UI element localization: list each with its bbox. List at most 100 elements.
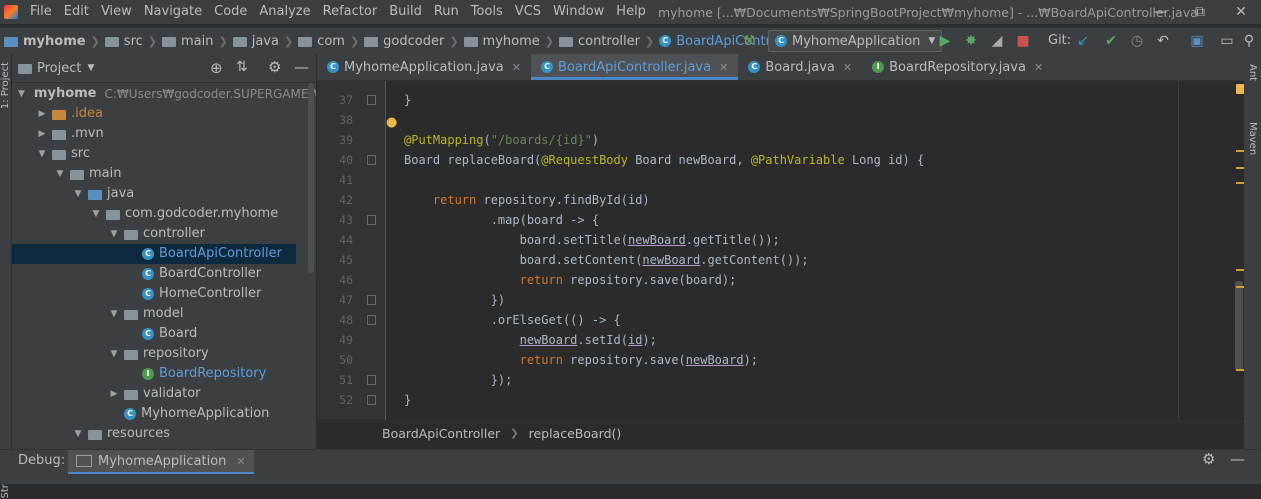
tree-item[interactable]: ▶ .mvn (12, 124, 296, 144)
editor-tab[interactable]: C BoardApiController.java ✕ (531, 54, 739, 80)
menu-edit[interactable]: Edit (58, 0, 95, 24)
gear-icon[interactable]: ⚙ (268, 58, 281, 76)
breadcrumb-item[interactable]: godcoder ❯ (364, 34, 463, 49)
menu-view[interactable]: View (95, 0, 138, 24)
fold-marker-icon[interactable] (367, 215, 376, 225)
chevron-down-icon[interactable]: ▼ (87, 63, 94, 73)
chevron-right-icon[interactable]: ▶ (108, 384, 120, 404)
tree-item[interactable]: ▼ repository (12, 344, 296, 364)
chevron-right-icon[interactable]: ▶ (36, 104, 48, 124)
breadcrumb-item[interactable]: controller ❯ (558, 34, 659, 49)
tree-item[interactable]: ▼ resources (12, 424, 296, 444)
tree-item[interactable]: C BoardController (12, 264, 296, 284)
code-line[interactable]: return repository.save(newBoard); (404, 350, 758, 370)
chevron-down-icon[interactable]: ▼ (72, 184, 84, 204)
git-rollback-icon[interactable]: ↶ (1154, 32, 1172, 50)
tree-item[interactable]: ▼ controller (12, 224, 296, 244)
chevron-down-icon[interactable]: ▼ (108, 224, 120, 244)
menu-build[interactable]: Build (383, 0, 428, 24)
chevron-down-icon[interactable]: ▼ (36, 144, 48, 164)
tree-item[interactable]: C BoardApiController (12, 244, 296, 264)
code-line[interactable]: } (404, 390, 411, 410)
breadcrumb-item[interactable]: myhome ❯ (463, 34, 559, 49)
tree-item[interactable]: ▼ com.godcoder.myhome (12, 204, 296, 224)
run-icon[interactable]: ▶ (936, 32, 954, 50)
tree-item[interactable]: I BoardRepository (12, 364, 296, 384)
project-panel-title[interactable]: Project (37, 61, 81, 76)
fold-marker-icon[interactable] (367, 375, 376, 385)
scroll-thumb[interactable] (1235, 281, 1243, 371)
code-line[interactable]: return repository.save(board); (404, 270, 737, 290)
menu-navigate[interactable]: Navigate (138, 0, 208, 24)
breadcrumb-class[interactable]: BoardApiController (382, 426, 500, 441)
tree-item[interactable]: C HomeController (12, 284, 296, 304)
tree-item[interactable]: ▼ main (12, 164, 296, 184)
tree-scrollbar[interactable] (308, 83, 314, 273)
close-icon[interactable]: ✕ (512, 61, 521, 74)
coverage-icon[interactable]: ◢ (988, 32, 1006, 50)
tree-item[interactable]: ▼ model (12, 304, 296, 324)
build-hammer-icon[interactable]: ⚒ (740, 32, 758, 50)
tree-item[interactable]: ▼ myhome C:₩Users₩godcoder.SUPERGAME₩Dc (12, 84, 316, 104)
git-history-clock-icon[interactable]: ◷ (1128, 32, 1146, 50)
chevron-down-icon[interactable]: ▼ (18, 84, 25, 104)
close-icon[interactable]: ✕ (843, 61, 852, 74)
project-structure-icon[interactable]: ▣ (1188, 32, 1206, 50)
menu-code[interactable]: Code (208, 0, 253, 24)
breadcrumb-item[interactable]: java ❯ (232, 34, 298, 49)
debug-bug-icon[interactable]: ✸ (962, 32, 980, 50)
menu-run[interactable]: Run (428, 0, 465, 24)
breadcrumb-item[interactable]: myhome ❯ (4, 34, 105, 49)
close-icon[interactable]: ✕ (1221, 0, 1261, 24)
breadcrumb-item[interactable]: com ❯ (298, 34, 364, 49)
stop-icon[interactable]: ■ (1014, 32, 1032, 50)
git-update-icon[interactable]: ↙ (1074, 32, 1092, 50)
editor-tab[interactable]: C MyhomeApplication.java ✕ (317, 54, 531, 80)
code-line[interactable]: }) (404, 290, 505, 310)
code-line[interactable]: board.setContent(newBoard.getContent()); (404, 250, 809, 270)
terminal-icon[interactable]: ▭ (1218, 32, 1236, 50)
close-icon[interactable]: ✕ (236, 455, 245, 468)
code-line[interactable]: Board replaceBoard(@RequestBody Board ne… (404, 150, 924, 170)
fold-marker-icon[interactable] (367, 95, 376, 105)
collapse-all-icon[interactable]: ⇅ (236, 59, 248, 75)
git-commit-check-icon[interactable]: ✔ (1102, 32, 1120, 50)
code-line[interactable]: .orElseGet(() -> { (404, 310, 621, 330)
tree-item[interactable]: ▼ java (12, 184, 296, 204)
debug-session-tab[interactable]: MyhomeApplication ✕ (68, 450, 254, 474)
search-icon[interactable]: ⚲ (1240, 32, 1258, 50)
hide-panel-icon[interactable]: — (1230, 450, 1245, 468)
fold-marker-icon[interactable] (367, 295, 376, 305)
menu-file[interactable]: File (24, 0, 58, 24)
code-line[interactable]: .map(board -> { (404, 210, 599, 230)
intention-bulb-icon[interactable]: ● (386, 115, 397, 130)
chevron-right-icon[interactable]: ▶ (36, 124, 48, 144)
breadcrumb-method[interactable]: replaceBoard() (529, 426, 622, 441)
code-line[interactable]: } (404, 90, 411, 110)
fold-marker-icon[interactable] (367, 155, 376, 165)
fold-marker-icon[interactable] (367, 315, 376, 325)
breadcrumb-item[interactable]: src ❯ (104, 34, 162, 49)
chevron-down-icon[interactable]: ▼ (72, 424, 84, 444)
close-icon[interactable]: ✕ (719, 61, 728, 74)
fold-marker-icon[interactable] (367, 395, 376, 405)
tree-item[interactable]: ▼ src (12, 144, 296, 164)
chevron-down-icon[interactable]: ▼ (90, 204, 102, 224)
tree-item[interactable]: C Board (12, 324, 296, 344)
run-configuration-select[interactable]: C MyhomeApplication ▼ (768, 30, 943, 52)
maven-tool-tab[interactable]: Maven (1247, 122, 1258, 155)
editor-tab[interactable]: I BoardRepository.java ✕ (862, 54, 1053, 80)
code-line[interactable]: return repository.findById(id) (404, 190, 650, 210)
tree-item[interactable]: C MyhomeApplication (12, 404, 296, 424)
chevron-down-icon[interactable]: ▼ (108, 304, 120, 324)
code-line[interactable]: }); (404, 370, 513, 390)
code-line[interactable]: @PutMapping("/boards/{id}") (404, 130, 599, 150)
tree-item[interactable]: ▶ .idea (12, 104, 296, 124)
gear-icon[interactable]: ⚙ (1202, 450, 1215, 468)
code-editor[interactable]: } @PutMapping("/boards/{id}") Board replac… (386, 81, 1244, 420)
editor-tab[interactable]: C Board.java ✕ (738, 54, 862, 80)
maximize-icon[interactable]: ⧉ (1180, 0, 1220, 24)
ant-tool-tab[interactable]: Ant (1247, 64, 1258, 81)
menu-window[interactable]: Window (547, 0, 610, 24)
close-icon[interactable]: ✕ (1034, 61, 1043, 74)
